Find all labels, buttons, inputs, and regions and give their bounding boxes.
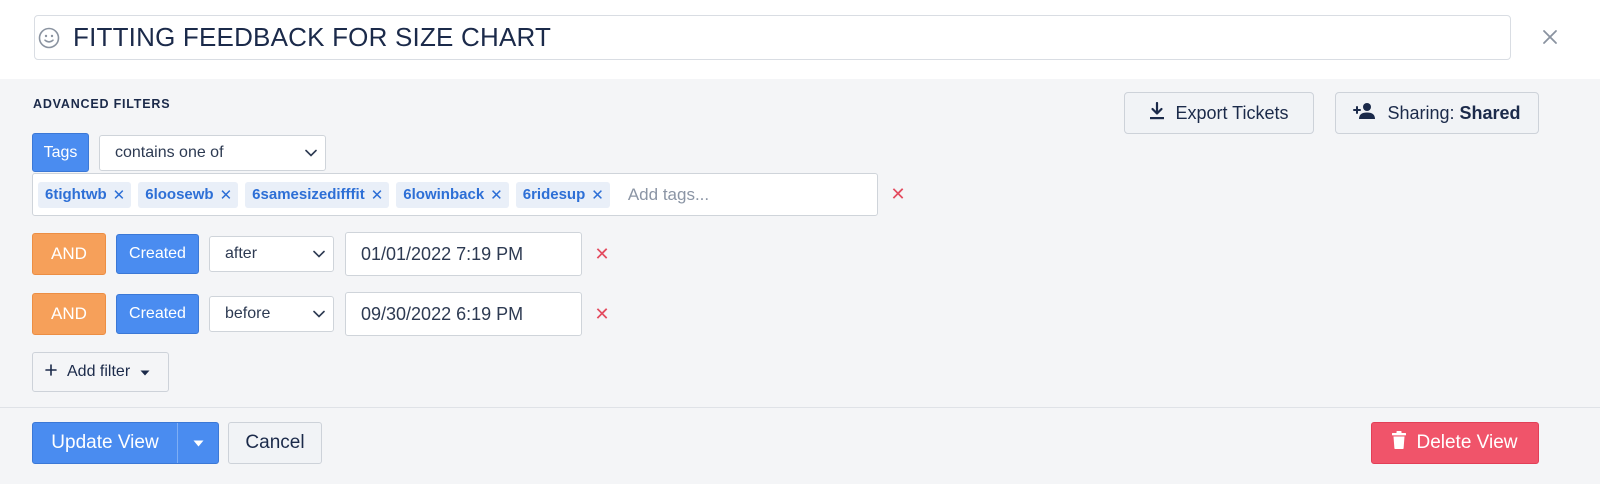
tag-label: 6lowinback: [403, 186, 485, 203]
add-filter-button[interactable]: Add filter: [32, 352, 169, 392]
tag-remove-icon[interactable]: ✕: [591, 186, 604, 204]
tag-label: 6loosewb: [145, 186, 214, 203]
tag-remove-icon[interactable]: ✕: [113, 186, 126, 204]
cancel-button[interactable]: Cancel: [228, 422, 322, 464]
tags-placeholder: Add tags...: [627, 184, 710, 204]
date-operator-value: before: [225, 305, 271, 322]
conjunction-chip[interactable]: AND: [32, 233, 106, 275]
tags-field-chip[interactable]: Tags: [32, 133, 89, 172]
tag-remove-icon[interactable]: ✕: [371, 186, 384, 204]
sharing-prefix: Sharing:: [1387, 102, 1460, 123]
add-filter-label: Add filter: [67, 363, 131, 380]
footer-divider: [0, 407, 1600, 408]
tag-remove-icon[interactable]: ✕: [490, 186, 503, 204]
created-field-chip[interactable]: Created: [116, 294, 199, 334]
tag-chip: 6ridesup ✕: [515, 181, 610, 208]
caret-down-icon: [193, 434, 204, 452]
update-view-button[interactable]: Update View: [33, 423, 178, 463]
tags-input[interactable]: 6tightwb ✕ 6loosewb ✕ 6samesizedifffit ✕…: [32, 173, 878, 216]
sharing-label: Sharing: Shared: [1387, 103, 1520, 124]
update-view-split-button: Update View: [32, 422, 219, 464]
date-input[interactable]: 09/30/2022 6:19 PM: [345, 292, 582, 336]
date-operator-select[interactable]: before: [209, 296, 334, 332]
date-operator-select[interactable]: after: [209, 236, 334, 272]
download-icon: [1149, 101, 1165, 125]
date-operator-value: after: [225, 245, 258, 262]
caret-down-icon: [140, 363, 150, 381]
delete-view-button[interactable]: Delete View: [1371, 422, 1539, 464]
conjunction-chip[interactable]: AND: [32, 293, 106, 335]
tag-chip: 6loosewb ✕: [138, 181, 239, 208]
delete-view-label: Delete View: [1416, 432, 1518, 453]
smiley-icon[interactable]: [38, 27, 60, 49]
sharing-button[interactable]: Sharing: Shared: [1335, 92, 1539, 134]
export-tickets-label: Export Tickets: [1175, 102, 1289, 123]
date-input[interactable]: 01/01/2022 7:19 PM: [345, 232, 582, 276]
chevron-down-icon: [313, 305, 325, 323]
remove-filter-icon[interactable]: ✕: [593, 304, 611, 324]
tag-remove-icon[interactable]: ✕: [220, 186, 233, 204]
update-view-dropdown[interactable]: [178, 423, 218, 463]
sharing-value: Shared: [1459, 102, 1521, 123]
header-bar: FITTING FEEDBACK FOR SIZE CHART: [0, 0, 1600, 79]
tags-operator-select[interactable]: contains one of: [99, 135, 326, 171]
tag-label: 6tightwb: [45, 186, 107, 203]
tag-chip: 6samesizedifffit ✕: [245, 181, 390, 208]
tag-chip: 6lowinback ✕: [396, 181, 509, 208]
tag-chip: 6tightwb ✕: [38, 181, 132, 208]
trash-icon: [1392, 431, 1407, 455]
created-field-chip[interactable]: Created: [116, 234, 199, 274]
remove-filter-icon[interactable]: ✕: [593, 244, 611, 264]
tag-label: 6samesizedifffit: [252, 186, 365, 203]
export-tickets-button[interactable]: Export Tickets: [1124, 92, 1314, 134]
plus-icon: [45, 363, 57, 381]
advanced-filters-heading: ADVANCED FILTERS: [33, 97, 171, 111]
view-title: FITTING FEEDBACK FOR SIZE CHART: [73, 22, 552, 52]
tags-operator-value: contains one of: [115, 144, 224, 161]
chevron-down-icon: [313, 245, 325, 263]
remove-filter-icon[interactable]: ✕: [889, 184, 907, 204]
tag-label: 6ridesup: [522, 186, 586, 203]
close-icon[interactable]: [1539, 26, 1561, 48]
add-user-icon: [1353, 102, 1377, 125]
view-title-field[interactable]: FITTING FEEDBACK FOR SIZE CHART: [34, 15, 1511, 60]
chevron-down-icon: [305, 144, 317, 162]
